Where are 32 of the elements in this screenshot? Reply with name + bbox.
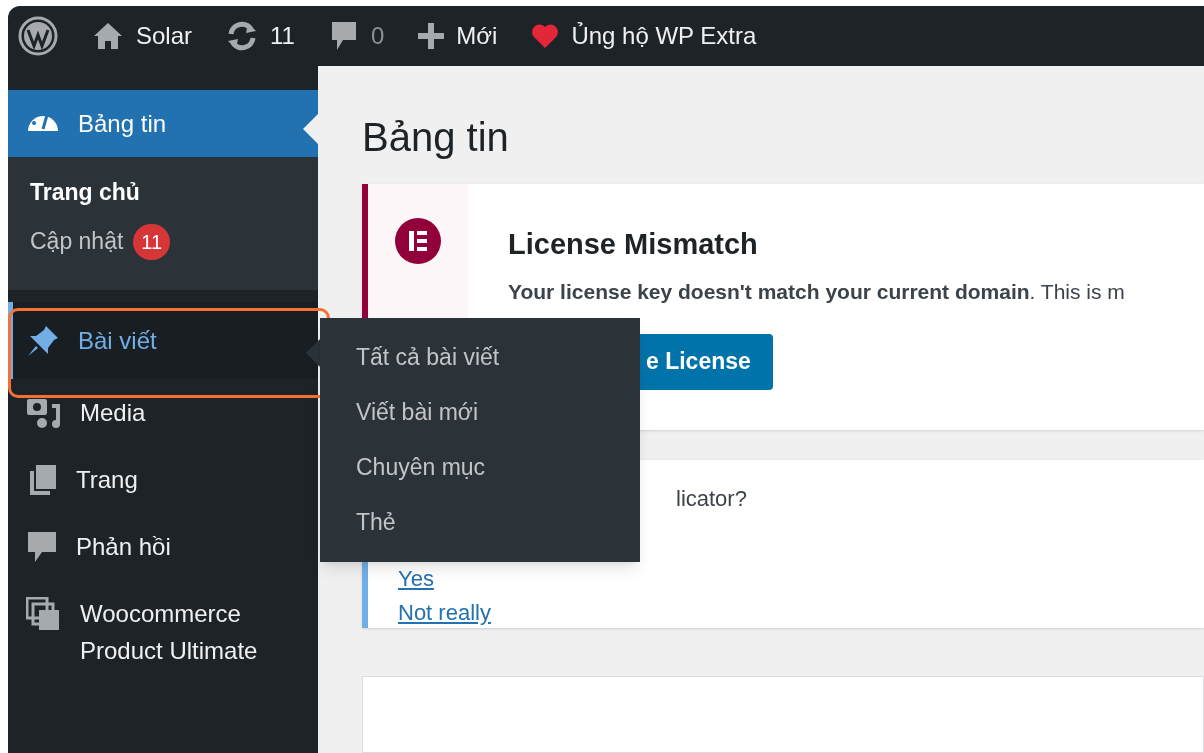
- elementor-logo-icon: [395, 218, 441, 264]
- heart-icon: [531, 23, 560, 49]
- sidebar-menu-item[interactable]: Media: [8, 378, 318, 446]
- sidebar-menu-item[interactable]: Bảng tin: [8, 90, 318, 157]
- page-title: Bảng tin: [362, 114, 510, 161]
- toolbar-link[interactable]: Solar: [92, 18, 193, 54]
- submenu-item[interactable]: Cập nhật 11: [30, 223, 318, 260]
- submenu-item[interactable]: Trang chủ: [30, 175, 318, 210]
- toolbar-link[interactable]: 0: [328, 18, 385, 54]
- notice-question: licator?: [675, 484, 748, 513]
- toolbar-link[interactable]: 11: [226, 18, 295, 54]
- toolbar-link[interactable]: Mới: [418, 18, 498, 54]
- sidebar-menu-item[interactable]: Woocommerce Product Ultimate: [8, 579, 318, 684]
- stacked-images-icon: [26, 596, 62, 633]
- comment-icon: [26, 529, 58, 564]
- notice-title: License Mismatch: [508, 227, 759, 262]
- notice-link[interactable]: Yes: [398, 563, 434, 594]
- count-badge: 11: [133, 223, 171, 260]
- sidebar-menu-item[interactable]: Bài viết: [8, 301, 318, 379]
- sidebar-menu-item[interactable]: Trang: [8, 445, 318, 513]
- notice-link[interactable]: Not really: [398, 597, 491, 628]
- gauge-icon: [26, 115, 60, 132]
- refresh-icon: [226, 21, 259, 51]
- flyout-menu-item[interactable]: Thẻ: [320, 495, 640, 550]
- wordpress-logo-icon: [18, 16, 58, 56]
- sidebar-menu-item[interactable]: Phản hồi: [8, 512, 318, 580]
- toolbar-link[interactable]: Ủng hộ WP Extra: [531, 18, 757, 54]
- flyout-menu-item[interactable]: Chuyên mục: [320, 440, 640, 495]
- pin-icon: [26, 323, 60, 358]
- notice-message: Your license key doesn't match your current domain. This is m: [508, 279, 1125, 305]
- home-icon: [92, 21, 124, 51]
- plus-icon: [418, 23, 445, 49]
